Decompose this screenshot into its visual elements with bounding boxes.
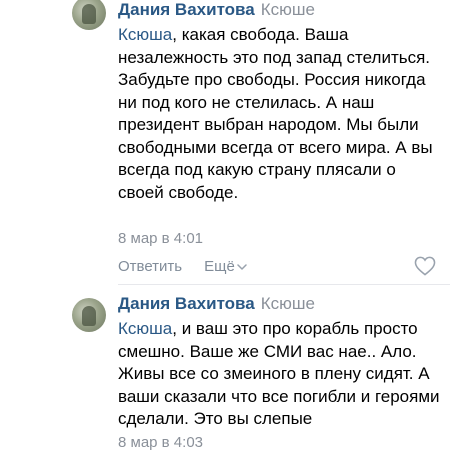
reply-to-label[interactable]: Ксюше	[261, 0, 315, 19]
comment-text: Ксюша, и ваш это про корабль просто смеш…	[118, 318, 443, 431]
author-name[interactable]: Дания Вахитова	[118, 294, 255, 313]
avatar[interactable]	[72, 298, 106, 332]
author-name[interactable]: Дания Вахитова	[118, 0, 255, 19]
comment-time[interactable]: 8 мар в 4:01	[118, 230, 203, 248]
comment-body: , какая свобода. Ваша незалежность это п…	[118, 25, 433, 202]
avatar[interactable]	[72, 0, 106, 30]
more-button[interactable]: Ещё	[204, 258, 247, 275]
mention-link[interactable]: Ксюша	[118, 319, 172, 338]
reply-button[interactable]: Ответить	[118, 258, 182, 275]
heart-outline-icon[interactable]	[414, 256, 436, 276]
chevron-down-icon	[237, 264, 247, 270]
comment-time[interactable]: 8 мар в 4:03	[118, 434, 203, 452]
comment-divider	[118, 284, 450, 285]
mention-link[interactable]: Ксюша	[118, 25, 172, 44]
reply-to-label[interactable]: Ксюше	[261, 294, 315, 313]
comment-header: Дания Вахитова Ксюше	[118, 294, 315, 314]
comment-text: Ксюша, какая свобода. Ваша незалежность …	[118, 24, 443, 204]
comment-header: Дания Вахитова Ксюше	[118, 0, 315, 20]
more-label: Ещё	[204, 258, 235, 275]
comment-actions: Ответить Ещё	[118, 258, 247, 275]
